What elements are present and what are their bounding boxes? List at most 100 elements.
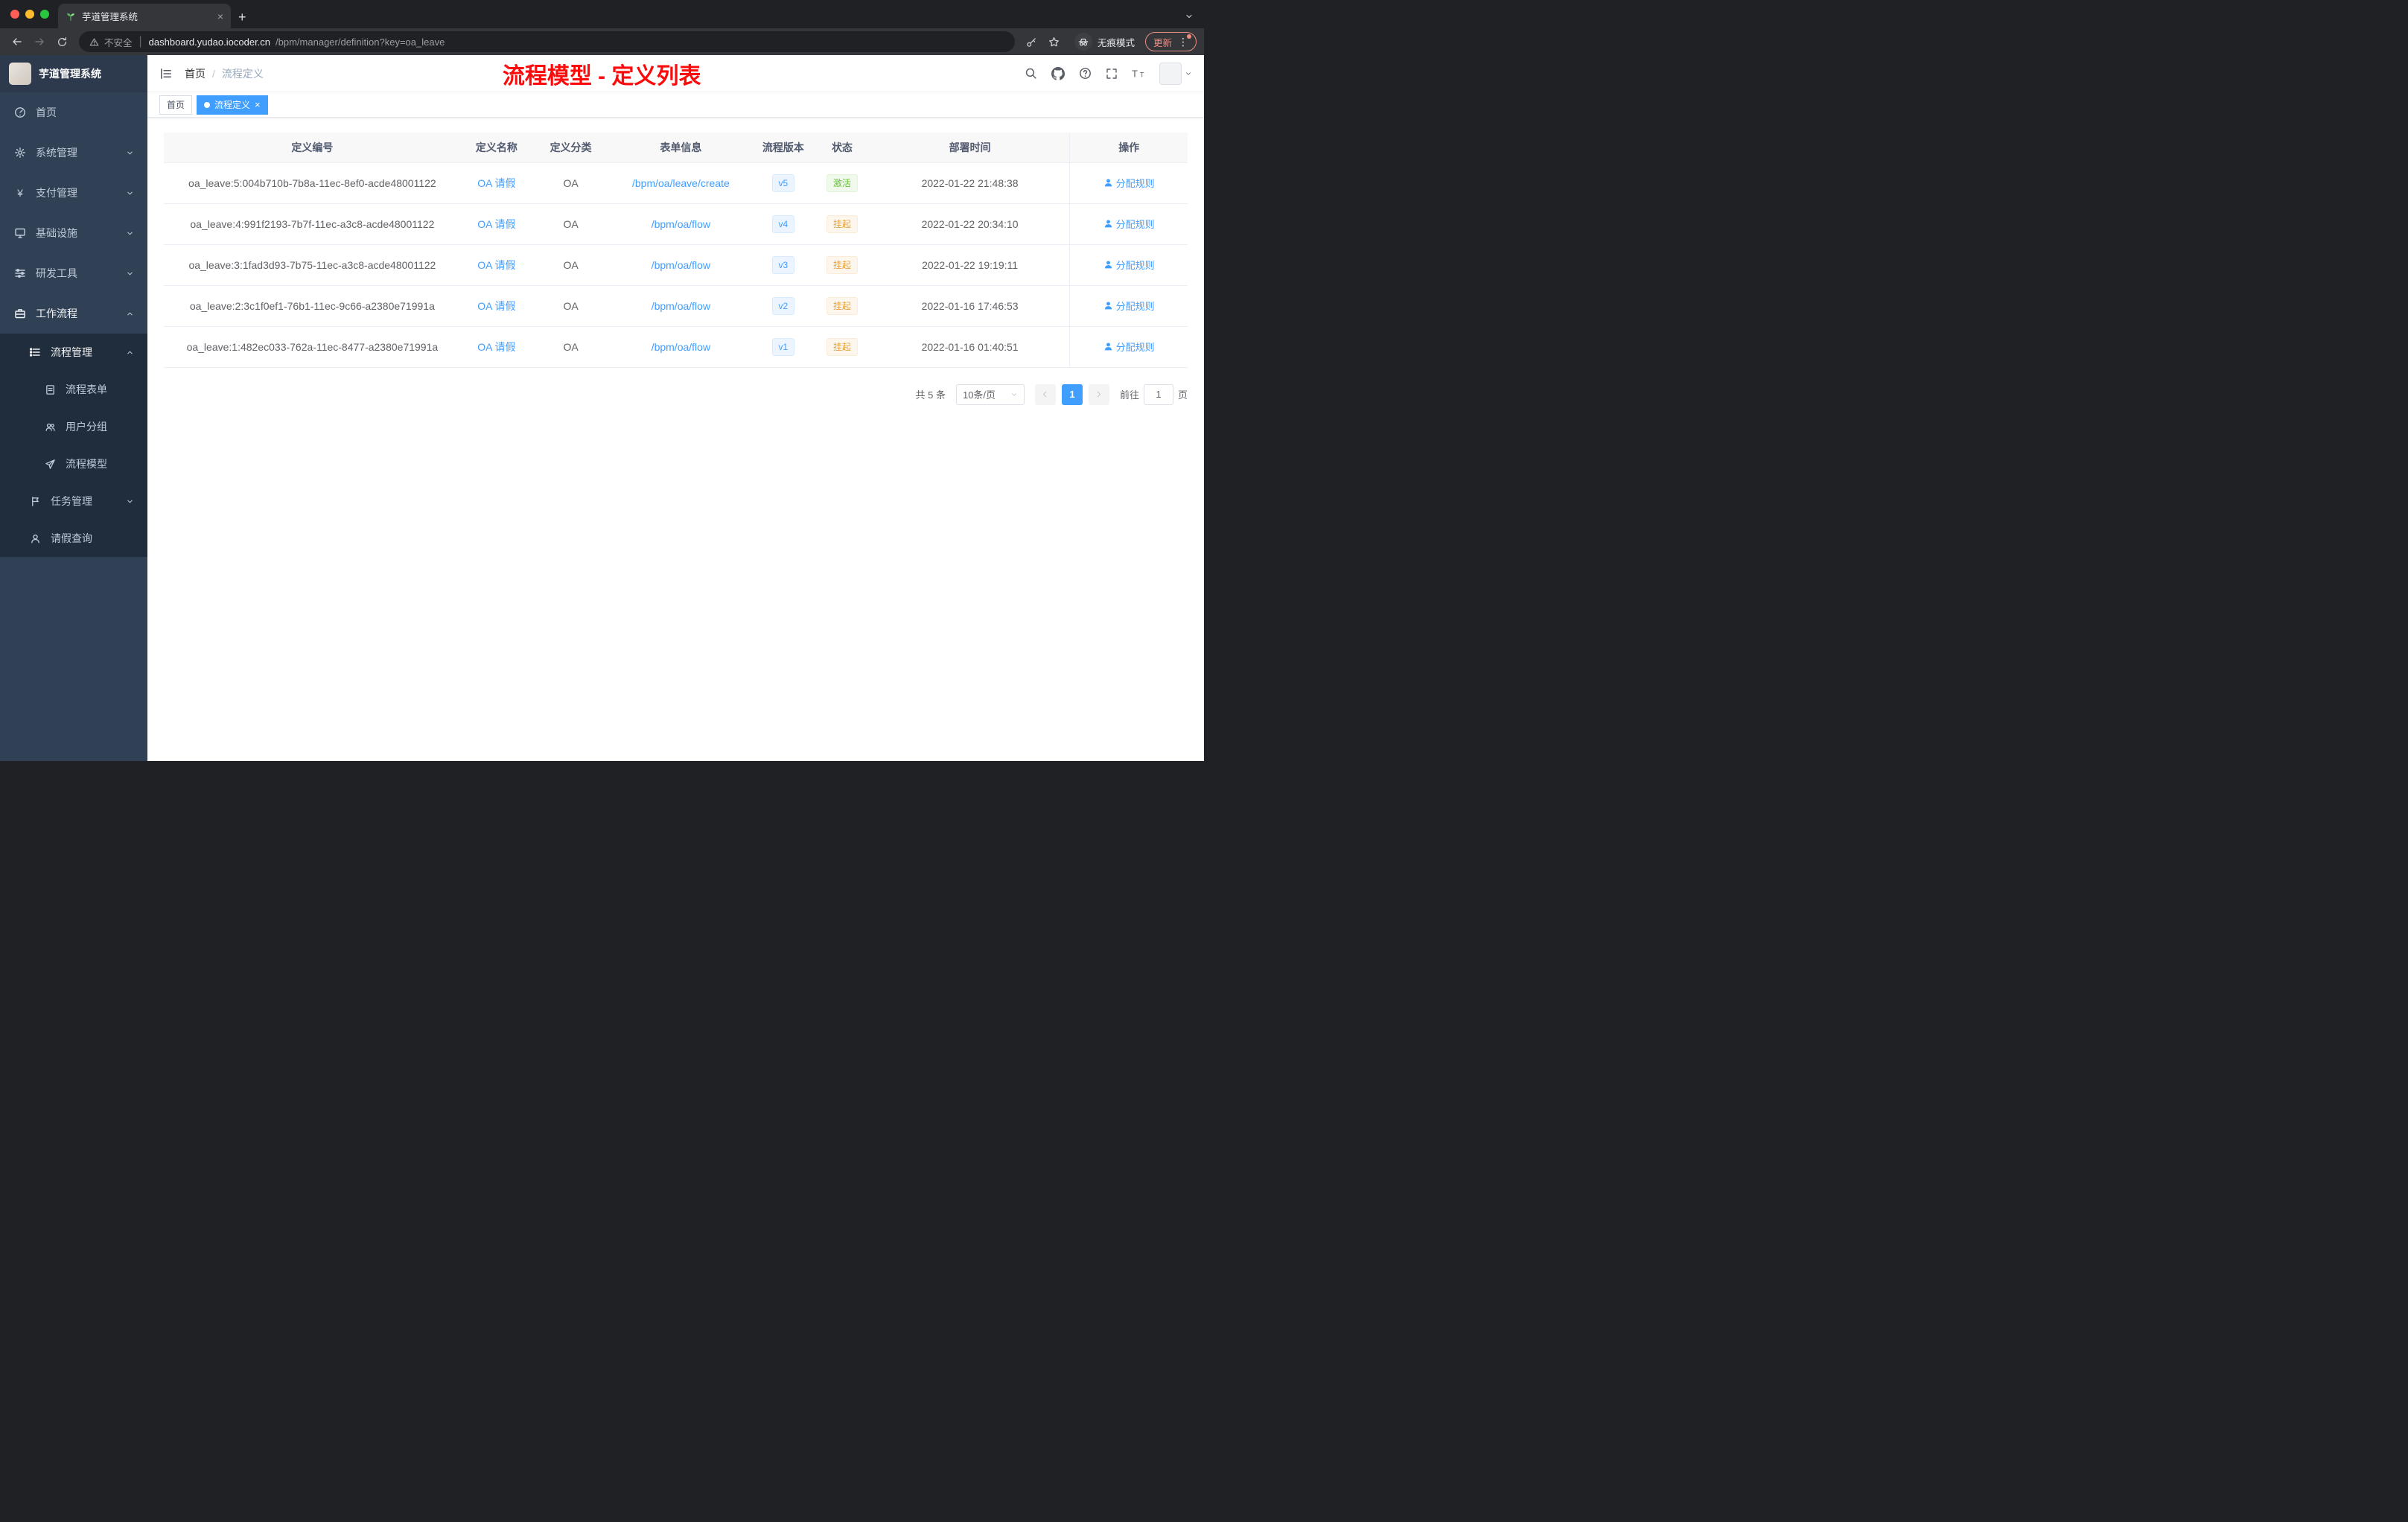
assign-rule-link[interactable]: 分配规则 bbox=[1103, 176, 1155, 190]
col-header-status: 状态 bbox=[814, 133, 870, 163]
status-badge: 挂起 bbox=[826, 255, 858, 274]
tab-search-chevron-icon[interactable] bbox=[1185, 12, 1194, 21]
definition-name-link[interactable]: OA 请假 bbox=[477, 259, 515, 271]
chevron-up-icon bbox=[126, 310, 134, 318]
actions-cell: 分配规则 bbox=[1069, 203, 1188, 245]
version-badge: v5 bbox=[771, 173, 795, 192]
security-warning-icon[interactable] bbox=[89, 37, 99, 47]
goto-page: 前往 页 bbox=[1120, 383, 1188, 405]
github-icon[interactable] bbox=[1051, 66, 1065, 80]
form-info-link[interactable]: /bpm/oa/flow bbox=[652, 300, 710, 312]
form-info-link[interactable]: /bpm/oa/leave/create bbox=[632, 177, 730, 189]
active-tag-dot bbox=[204, 101, 211, 108]
sidebar-item-leave-query[interactable]: 请假查询 bbox=[0, 520, 147, 557]
deploy-time-cell: 2022-01-16 01:40:51 bbox=[870, 326, 1070, 368]
sidebar-item-task-manage[interactable]: 任务管理 bbox=[0, 483, 147, 520]
fullscreen-icon[interactable] bbox=[1106, 68, 1118, 80]
user-avatar[interactable] bbox=[1159, 62, 1192, 85]
sidebar-item-label: 支付管理 bbox=[36, 187, 77, 199]
sidebar-item-workflow[interactable]: 工作流程 bbox=[0, 293, 147, 334]
url-path: /bpm/manager/definition?key=oa_leave bbox=[275, 36, 445, 48]
assign-rule-link[interactable]: 分配规则 bbox=[1103, 217, 1155, 231]
sidebar-item-label: 工作流程 bbox=[36, 308, 77, 319]
breadcrumb-current: 流程定义 bbox=[221, 67, 264, 80]
app-title: 芋道管理系统 bbox=[39, 68, 101, 80]
sidebar-item-home[interactable]: 首页 bbox=[0, 92, 147, 133]
password-key-icon[interactable] bbox=[1022, 32, 1042, 51]
help-icon[interactable] bbox=[1079, 67, 1092, 80]
form-info-link[interactable]: /bpm/oa/flow bbox=[652, 218, 710, 230]
person-icon bbox=[1104, 220, 1112, 228]
workflow-submenu: 流程管理 流程表单 用户分组 流程模型 任务管理 请假查询 bbox=[0, 334, 147, 557]
app-logo-row[interactable]: 芋道管理系统 bbox=[0, 55, 147, 92]
chevron-down-icon bbox=[126, 497, 134, 506]
reload-button[interactable] bbox=[52, 32, 71, 51]
browser-tab[interactable]: 芋道管理系统 × bbox=[58, 4, 231, 28]
assign-rule-link[interactable]: 分配规则 bbox=[1103, 299, 1155, 313]
sidebar-item-process-form[interactable]: 流程表单 bbox=[0, 371, 147, 408]
update-label: 更新 bbox=[1153, 37, 1172, 48]
breadcrumb-home[interactable]: 首页 bbox=[185, 66, 206, 81]
definition-name-link[interactable]: OA 请假 bbox=[477, 218, 515, 230]
font-size-icon[interactable]: TT bbox=[1132, 68, 1145, 80]
definition-name-link[interactable]: OA 请假 bbox=[477, 300, 515, 312]
goto-page-input[interactable] bbox=[1143, 383, 1173, 405]
col-header-form-info: 表单信息 bbox=[609, 133, 753, 163]
bookmark-star-icon[interactable] bbox=[1045, 32, 1064, 51]
sidebar-item-process-manage[interactable]: 流程管理 bbox=[0, 334, 147, 371]
prev-page-button[interactable] bbox=[1034, 383, 1056, 405]
sidebar-item-infrastructure[interactable]: 基础设施 bbox=[0, 213, 147, 253]
back-button[interactable] bbox=[7, 32, 27, 51]
page-unit-label: 页 bbox=[1177, 389, 1188, 401]
form-info-cell: /bpm/oa/flow bbox=[609, 203, 753, 245]
app-logo-image bbox=[9, 63, 31, 85]
definition-name-cell: OA 请假 bbox=[460, 285, 532, 327]
annotation-text: 流程模型 - 定义列表 bbox=[502, 63, 701, 89]
sidebar-item-user-group[interactable]: 用户分组 bbox=[0, 408, 147, 445]
browser-menu-icon[interactable]: ⋮ bbox=[1178, 34, 1191, 47]
version-badge: v1 bbox=[771, 337, 795, 356]
status-cell: 挂起 bbox=[814, 203, 870, 245]
browser-toolbar: 不安全 | dashboard.yudao.iocoder.cn /bpm/ma… bbox=[0, 28, 1204, 55]
form-info-cell: /bpm/oa/flow bbox=[609, 244, 753, 286]
status-cell: 挂起 bbox=[814, 326, 870, 368]
address-bar[interactable]: 不安全 | dashboard.yudao.iocoder.cn /bpm/ma… bbox=[79, 31, 1015, 52]
page-number-button[interactable]: 1 bbox=[1061, 383, 1083, 405]
sidebar-fold-icon[interactable] bbox=[159, 67, 173, 80]
select-caret-icon bbox=[1010, 391, 1018, 398]
sidebar-item-dev-tools[interactable]: 研发工具 bbox=[0, 253, 147, 293]
col-header-version: 流程版本 bbox=[752, 133, 815, 163]
update-browser-button[interactable]: 更新 ⋮ bbox=[1144, 32, 1197, 51]
sidebar-item-process-model[interactable]: 流程模型 bbox=[0, 445, 147, 483]
sidebar-item-label: 用户分组 bbox=[66, 421, 107, 433]
tag-home[interactable]: 首页 bbox=[159, 95, 193, 115]
search-icon[interactable] bbox=[1025, 67, 1037, 80]
form-info-link[interactable]: /bpm/oa/flow bbox=[652, 341, 710, 353]
tag-process-definition[interactable]: 流程定义 × bbox=[197, 95, 268, 115]
sidebar-item-payment[interactable]: ¥ 支付管理 bbox=[0, 173, 147, 213]
sidebar-item-system[interactable]: 系统管理 bbox=[0, 133, 147, 173]
form-info-link[interactable]: /bpm/oa/flow bbox=[652, 259, 710, 271]
minimize-window-button[interactable] bbox=[25, 10, 34, 19]
tab-close-icon[interactable]: × bbox=[217, 10, 223, 22]
sidebar-item-label: 首页 bbox=[36, 106, 57, 118]
assign-rule-link[interactable]: 分配规则 bbox=[1103, 258, 1155, 272]
tag-close-icon[interactable]: × bbox=[255, 100, 261, 109]
new-tab-button[interactable]: + bbox=[238, 10, 246, 24]
category-cell: OA bbox=[532, 285, 610, 327]
definition-name-link[interactable]: OA 请假 bbox=[477, 341, 515, 353]
maximize-window-button[interactable] bbox=[40, 10, 49, 19]
page-size-select[interactable]: 10条/页 bbox=[955, 383, 1025, 405]
sidebar-item-label: 任务管理 bbox=[51, 495, 92, 507]
next-page-button[interactable] bbox=[1088, 383, 1109, 405]
avatar-image bbox=[1159, 62, 1182, 85]
forward-button[interactable] bbox=[30, 32, 49, 51]
assign-rule-link[interactable]: 分配规则 bbox=[1103, 340, 1155, 354]
definition-name-link[interactable]: OA 请假 bbox=[477, 177, 515, 189]
status-badge: 挂起 bbox=[826, 296, 858, 315]
person-icon bbox=[1104, 343, 1112, 351]
status-cell: 激活 bbox=[814, 162, 870, 204]
close-window-button[interactable] bbox=[10, 10, 19, 19]
url-divider: | bbox=[138, 35, 142, 48]
dev-tools-icon bbox=[13, 267, 27, 280]
